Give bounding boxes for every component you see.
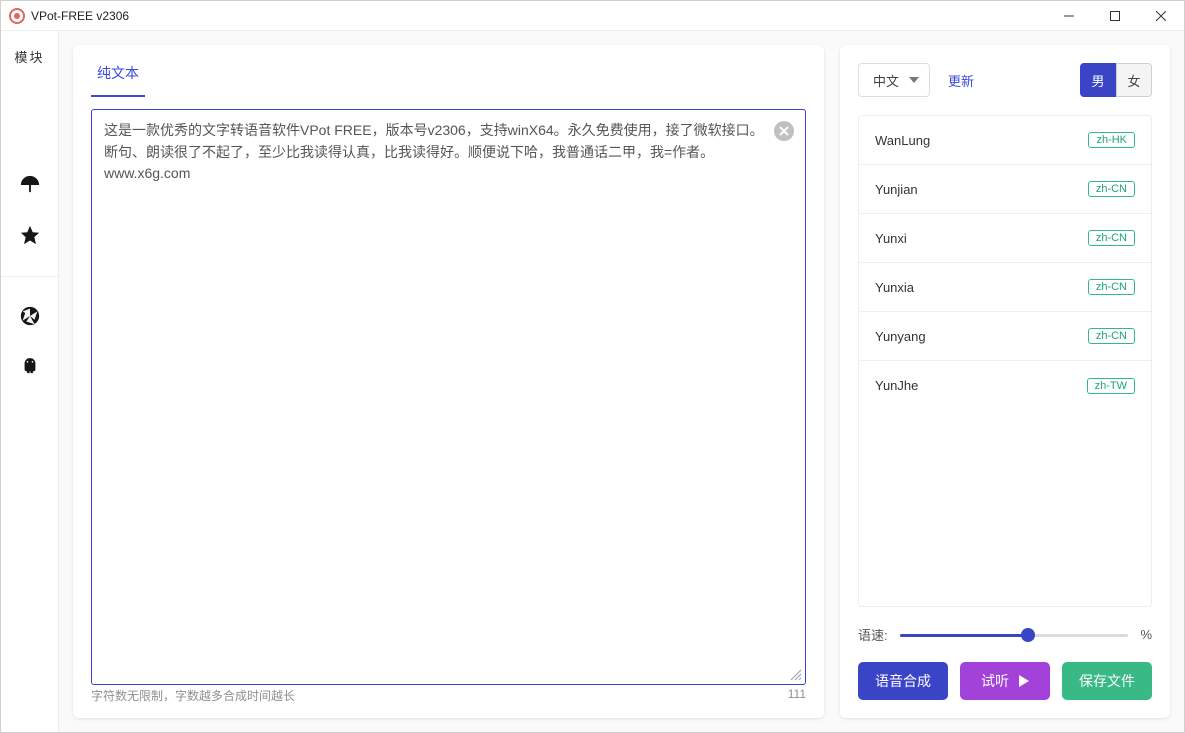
gender-toggle: 男 女 [1080,63,1152,97]
window-title: VPot-FREE v2306 [31,9,129,23]
locale-badge: zh-CN [1088,181,1135,197]
speed-slider[interactable] [900,626,1129,644]
voice-item[interactable]: WanLung zh-HK [859,116,1151,165]
text-input[interactable] [91,109,806,685]
tabs: 纯文本 [91,45,806,97]
update-link[interactable]: 更新 [948,71,974,90]
speed-label: 语速: [858,625,888,644]
close-button[interactable] [1138,1,1184,31]
resize-grip-icon [790,669,802,681]
voice-item[interactable]: Yunjian zh-CN [859,165,1151,214]
gender-male-button[interactable]: 男 [1080,63,1116,97]
tab-plain-text[interactable]: 纯文本 [91,53,145,97]
voice-name: WanLung [875,133,930,148]
voice-name: Yunxia [875,280,914,295]
star-icon[interactable] [19,224,41,246]
preview-button[interactable]: 试听 [960,662,1050,700]
gender-female-button[interactable]: 女 [1116,63,1152,97]
editor-hint: 字符数无限制，字数越多合成时间越长 [91,687,295,704]
speed-percent: % [1140,627,1152,642]
voice-item[interactable]: Yunxia zh-CN [859,263,1151,312]
locale-badge: zh-CN [1088,279,1135,295]
save-file-button[interactable]: 保存文件 [1062,662,1152,700]
locale-badge: zh-HK [1088,132,1135,148]
sidebar: 模块 [1,31,59,732]
play-icon [1017,675,1029,687]
synthesize-button[interactable]: 语音合成 [858,662,948,700]
language-select-value: 中文 [873,71,899,90]
umbrella-icon[interactable] [19,174,41,196]
voice-list[interactable]: WanLungzh-HKYunjianzh-CNYunxizh-CNYunxia… [858,115,1152,607]
sidebar-heading: 模块 [14,47,44,66]
titlebar: VPot-FREE v2306 [1,1,1184,31]
voice-name: Yunyang [875,329,926,344]
clear-text-button[interactable] [774,121,794,141]
voice-item[interactable]: YunJhe zh-TW [859,361,1151,410]
voice-item[interactable]: Yunxi zh-CN [859,214,1151,263]
chevron-down-icon [909,77,919,83]
voice-name: Yunxi [875,231,907,246]
voice-item[interactable]: Yunyang zh-CN [859,312,1151,361]
locale-badge: zh-CN [1088,230,1135,246]
locale-badge: zh-TW [1087,378,1135,394]
minimize-button[interactable] [1046,1,1092,31]
android-icon[interactable] [19,355,41,377]
language-select[interactable]: 中文 [858,63,930,97]
voice-name: Yunjian [875,182,918,197]
voice-panel: 中文 更新 男 女 WanLung zh-HK Yunjian zh-CN Yunxi z… [840,45,1170,718]
char-count: 111 [788,687,806,704]
voice-name: YunJhe [875,378,918,393]
app-icon [9,8,25,24]
maximize-button[interactable] [1092,1,1138,31]
editor-panel: 纯文本 字符数无限制，字数越多合成时间越长 111 [73,45,824,718]
locale-badge: zh-CN [1088,328,1135,344]
aperture-icon[interactable] [19,305,41,327]
